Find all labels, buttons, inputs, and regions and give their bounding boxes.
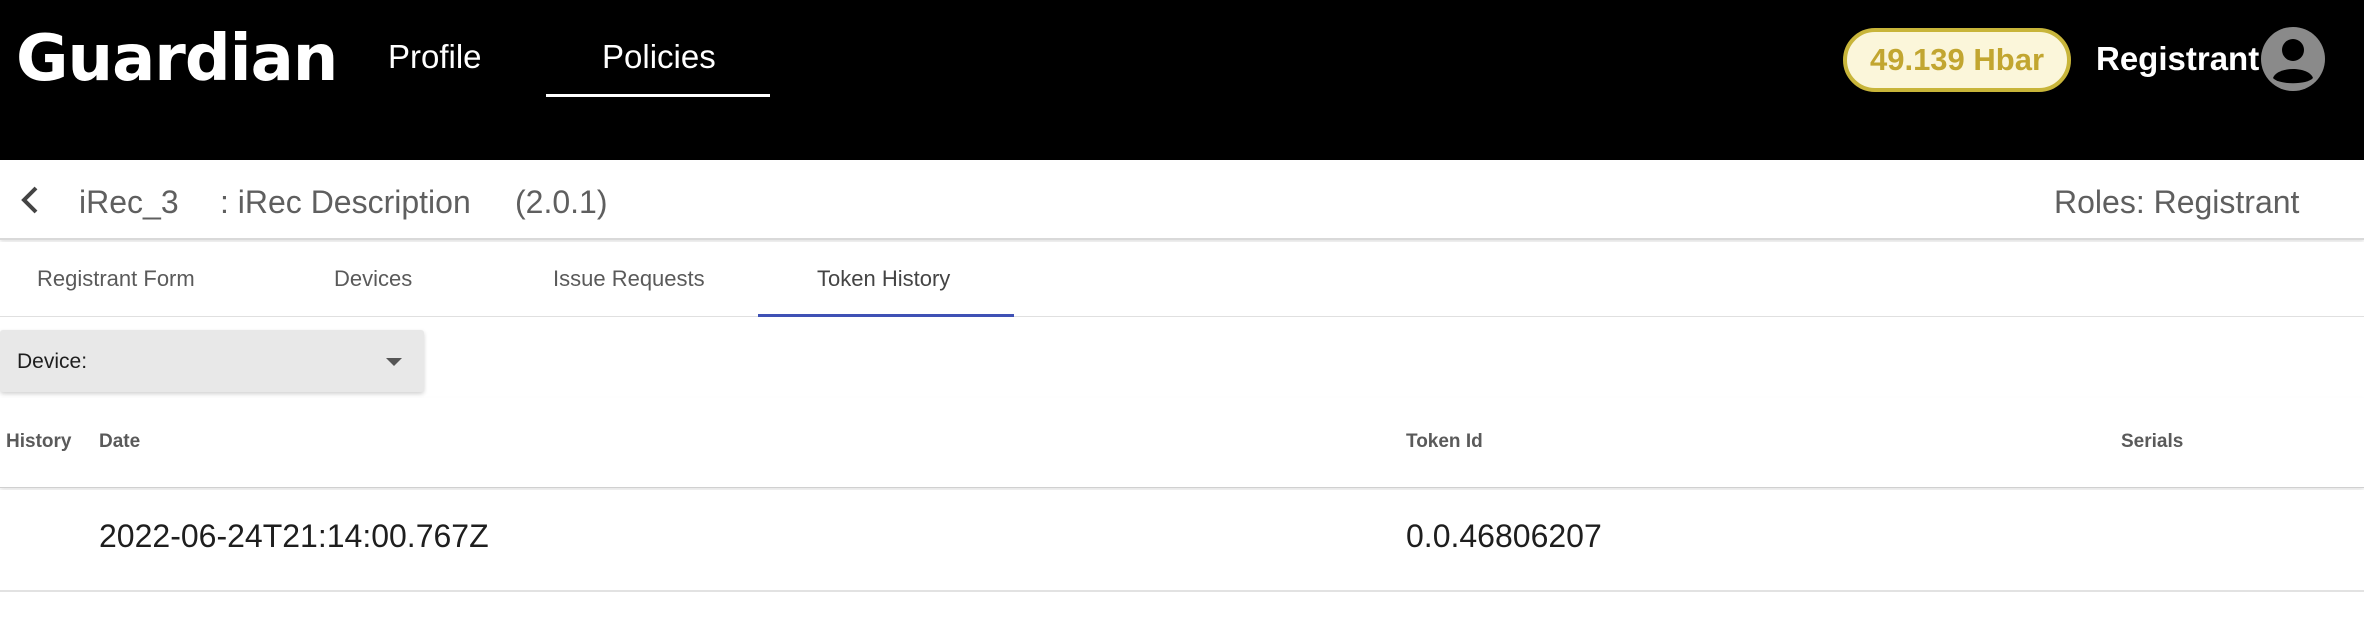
cell-date: 2022-06-24T21:14:00.767Z (99, 518, 489, 554)
policy-roles: Roles: Registrant (2054, 184, 2300, 220)
table-row[interactable]: 2022-06-24T21:14:00.767Z 0.0.46806207 (0, 490, 2364, 592)
policy-header: iRec_3 : iRec Description (2.0.1) Roles:… (0, 160, 2364, 240)
tab-issue-requests[interactable]: Issue Requests (553, 266, 705, 292)
nav-policies[interactable]: Policies (602, 38, 716, 76)
tab-registrant-form[interactable]: Registrant Form (37, 266, 195, 292)
policy-version: (2.0.1) (515, 184, 608, 220)
column-header-date: Date (99, 431, 141, 452)
table-header: History Date Token Id Serials (0, 398, 2364, 488)
top-navigation-bar: Guardian Profile Policies 49.139 Hbar Re… (0, 0, 2364, 160)
account-circle-icon[interactable] (2260, 26, 2326, 92)
policy-description: : iRec Description (220, 184, 471, 220)
app-logo[interactable]: Guardian (16, 22, 338, 96)
content-background (0, 594, 2364, 632)
column-header-token-id: Token Id (1406, 431, 1483, 452)
cell-token-id: 0.0.46806207 (1406, 518, 1602, 554)
column-header-serials: Serials (2121, 431, 2184, 452)
balance-badge: 49.139 Hbar (1843, 28, 2071, 92)
column-header-history: History (6, 431, 72, 452)
chevron-left-icon[interactable] (16, 182, 46, 218)
policy-tabs: Registrant Form Devices Issue Requests T… (0, 242, 2364, 317)
tab-devices[interactable]: Devices (334, 266, 412, 292)
device-select[interactable]: Device: (0, 330, 424, 392)
user-name[interactable]: Registrant (2096, 40, 2259, 78)
device-select-label: Device: (17, 350, 88, 373)
policy-name: iRec_3 (79, 184, 179, 220)
nav-profile[interactable]: Profile (388, 38, 482, 76)
tab-token-history[interactable]: Token History (817, 266, 950, 292)
active-nav-indicator (546, 94, 770, 97)
dropdown-arrow-icon (386, 358, 402, 366)
active-tab-indicator (758, 314, 1014, 317)
filter-area: Device: (0, 318, 2364, 398)
